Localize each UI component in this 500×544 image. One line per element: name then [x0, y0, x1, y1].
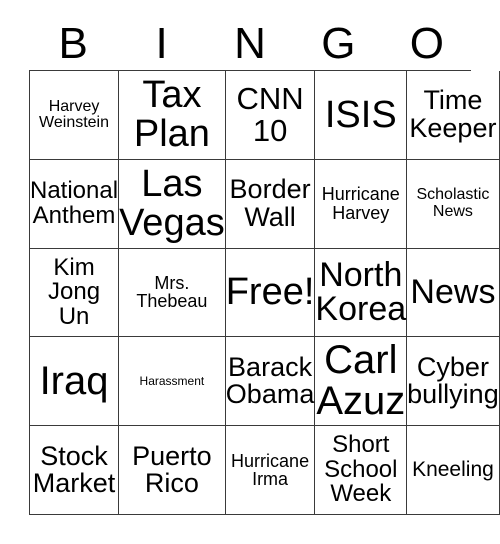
bingo-header-letter-g: G — [321, 19, 356, 68]
bingo-cell-label: National Anthem — [30, 177, 119, 229]
bingo-cell-label: Stock Market — [32, 440, 116, 499]
bingo-cell-label: Free! — [225, 271, 315, 314]
bingo-cell-label: Harvey Weinstein — [39, 97, 110, 131]
bingo-cell-label: Tax Plan — [133, 74, 210, 155]
bingo-header-letter-i: I — [155, 19, 168, 68]
bingo-cell-label: Iraq — [39, 358, 109, 403]
bingo-cell[interactable]: Puerto Rico — [119, 426, 226, 515]
bingo-cell[interactable]: Hurricane Irma — [225, 426, 316, 515]
bingo-cell[interactable]: Kneeling — [407, 426, 500, 515]
bingo-cell[interactable]: Tax Plan — [119, 71, 226, 160]
bingo-cell-label: Cyber bullying — [407, 351, 499, 410]
bingo-cell-label: Border Wall — [229, 174, 311, 232]
bingo-cell-label: Kim Jong Un — [48, 253, 101, 330]
bingo-cell[interactable]: Short School Week — [315, 426, 408, 515]
bingo-grid: Harvey Weinstein Tax Plan CNN 10 ISIS Time K… — [29, 70, 500, 515]
bingo-cell[interactable]: Mrs. Thebeau — [119, 248, 226, 338]
bingo-cell-label: Las Vegas — [119, 162, 225, 244]
bingo-cell-free-space[interactable]: Free! — [225, 248, 316, 338]
bingo-cell[interactable]: Cyber bullying — [407, 337, 500, 427]
bingo-cell[interactable]: Kim Jong Un — [30, 248, 120, 338]
bingo-header-letter-o: O — [409, 19, 444, 68]
bingo-cell-label: Mrs. Thebeau — [136, 273, 208, 312]
bingo-header-row: B I N G O — [29, 18, 471, 70]
bingo-cell-label: Hurricane Harvey — [321, 184, 400, 223]
bingo-cell[interactable]: Las Vegas — [119, 159, 226, 249]
bingo-cell-label: North Korea — [315, 255, 407, 329]
bingo-header-letter-n: N — [234, 19, 266, 68]
bingo-cell-label: News — [410, 273, 496, 312]
bingo-cell[interactable]: Harvey Weinstein — [30, 71, 120, 160]
bingo-cell[interactable]: Stock Market — [30, 426, 120, 515]
bingo-cell-label: Time Keeper — [409, 85, 497, 143]
bingo-cell-label: Scholastic News — [416, 186, 490, 220]
bingo-cell[interactable]: Iraq — [30, 337, 120, 427]
bingo-cell[interactable]: North Korea — [315, 248, 408, 338]
bingo-cell[interactable]: ISIS — [315, 71, 408, 160]
bingo-cell-label: CNN 10 — [236, 81, 304, 148]
bingo-cell[interactable]: Barack Obama — [225, 337, 316, 427]
bingo-cell-label: Barack Obama — [225, 351, 315, 410]
bingo-card: B I N G O Harvey Weinstein Tax Plan CNN 10… — [0, 0, 500, 544]
bingo-cell[interactable]: CNN 10 — [225, 71, 316, 160]
bingo-cell[interactable]: Hurricane Harvey — [315, 159, 408, 249]
bingo-cell-label: Harassment — [139, 374, 205, 389]
bingo-cell[interactable]: News — [407, 248, 500, 338]
bingo-cell[interactable]: Carl Azuz — [315, 337, 408, 427]
bingo-cell-label: Kneeling — [412, 458, 494, 482]
bingo-cell-label: Short School Week — [324, 431, 398, 508]
bingo-cell-label: Carl Azuz — [316, 338, 406, 424]
bingo-cell[interactable]: National Anthem — [30, 159, 120, 249]
bingo-cell-label: Hurricane Irma — [231, 450, 310, 490]
bingo-header-letter-b: B — [58, 19, 88, 68]
bingo-cell[interactable]: Time Keeper — [407, 71, 500, 160]
bingo-cell-label: ISIS — [324, 93, 397, 136]
bingo-cell[interactable]: Border Wall — [225, 159, 316, 249]
bingo-cell[interactable]: Harassment — [119, 337, 226, 427]
bingo-cell-label: Puerto Rico — [132, 440, 212, 499]
bingo-cell[interactable]: Scholastic News — [407, 159, 500, 249]
